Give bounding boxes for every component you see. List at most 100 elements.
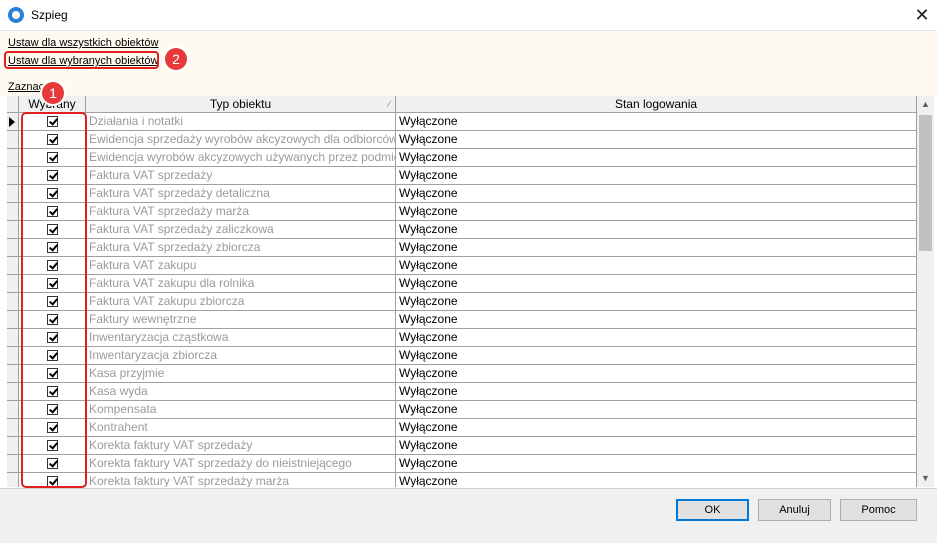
checkbox-checked-icon[interactable] (47, 404, 58, 415)
table-row[interactable]: Działania i notatki Wyłączone (7, 113, 917, 131)
selected-cell[interactable] (19, 167, 86, 185)
checkbox-checked-icon[interactable] (47, 476, 58, 487)
checkbox-checked-icon[interactable] (47, 242, 58, 253)
table-row[interactable]: Inwentaryzacja zbiorcza Wyłączone (7, 347, 917, 365)
row-header[interactable] (7, 455, 19, 473)
logging-status-cell[interactable]: Wyłączone (396, 383, 917, 401)
table-row[interactable]: Faktury wewnętrzne Wyłączone (7, 311, 917, 329)
logging-status-cell[interactable]: Wyłączone (396, 347, 917, 365)
ok-button[interactable]: OK (676, 499, 749, 521)
logging-status-cell[interactable]: Wyłączone (396, 239, 917, 257)
logging-status-cell[interactable]: Wyłączone (396, 437, 917, 455)
table-row[interactable]: Faktura VAT sprzedaży zaliczkowa Wyłączon… (7, 221, 917, 239)
selected-cell[interactable] (19, 347, 86, 365)
logging-status-cell[interactable]: Wyłączone (396, 203, 917, 221)
table-row[interactable]: Faktura VAT sprzedaży detaliczna Wyłączon… (7, 185, 917, 203)
table-row[interactable]: Korekta faktury VAT sprzedaży marża Wyłąc… (7, 473, 917, 487)
logging-status-cell[interactable]: Wyłączone (396, 401, 917, 419)
selected-cell[interactable] (19, 113, 86, 131)
table-row[interactable]: Korekta faktury VAT sprzedaży Wyłączone (7, 437, 917, 455)
checkbox-checked-icon[interactable] (47, 458, 58, 469)
selected-cell[interactable] (19, 131, 86, 149)
selected-cell[interactable] (19, 257, 86, 275)
row-header[interactable] (7, 419, 19, 437)
logging-status-cell[interactable]: Wyłączone (396, 167, 917, 185)
checkbox-checked-icon[interactable] (47, 422, 58, 433)
table-row[interactable]: Korekta faktury VAT sprzedaży do nieistn… (7, 455, 917, 473)
row-header[interactable] (7, 329, 19, 347)
set-all-objects-link[interactable]: Ustaw dla wszystkich obiektów (8, 37, 158, 49)
table-row[interactable]: Faktura VAT sprzedaży zbiorcza Wyłączone (7, 239, 917, 257)
scrollbar-thumb[interactable] (919, 115, 932, 251)
row-header[interactable] (7, 113, 19, 131)
checkbox-checked-icon[interactable] (47, 278, 58, 289)
table-row[interactable]: Kompensata Wyłączone (7, 401, 917, 419)
checkbox-checked-icon[interactable] (47, 386, 58, 397)
table-row[interactable]: Ewidencja sprzedaży wyrobów akcyzowych d… (7, 131, 917, 149)
logging-status-cell[interactable]: Wyłączone (396, 455, 917, 473)
row-header[interactable] (7, 131, 19, 149)
checkbox-checked-icon[interactable] (47, 314, 58, 325)
selected-cell[interactable] (19, 275, 86, 293)
table-row[interactable]: Faktura VAT zakupu zbiorcza Wyłączone (7, 293, 917, 311)
logging-status-cell[interactable]: Wyłączone (396, 473, 917, 487)
selected-cell[interactable] (19, 221, 86, 239)
logging-status-cell[interactable]: Wyłączone (396, 365, 917, 383)
logging-status-cell[interactable]: Wyłączone (396, 131, 917, 149)
chevron-down-icon[interactable]: ▼ (917, 470, 934, 487)
table-row[interactable]: Faktura VAT zakupu dla rolnika Wyłączone (7, 275, 917, 293)
row-header[interactable] (7, 437, 19, 455)
row-header[interactable] (7, 473, 19, 487)
checkbox-checked-icon[interactable] (47, 332, 58, 343)
checkbox-checked-icon[interactable] (47, 296, 58, 307)
selected-cell[interactable] (19, 293, 86, 311)
column-header-status[interactable]: Stan logowania (396, 96, 917, 113)
logging-status-cell[interactable]: Wyłączone (396, 113, 917, 131)
row-header[interactable] (7, 185, 19, 203)
close-icon[interactable]: ✕ (907, 0, 937, 30)
row-header[interactable] (7, 203, 19, 221)
logging-status-cell[interactable]: Wyłączone (396, 221, 917, 239)
table-row[interactable]: Kasa wyda Wyłączone (7, 383, 917, 401)
row-header[interactable] (7, 401, 19, 419)
row-header[interactable] (7, 365, 19, 383)
selected-cell[interactable] (19, 419, 86, 437)
selected-cell[interactable] (19, 455, 86, 473)
checkbox-checked-icon[interactable] (47, 206, 58, 217)
chevron-up-icon[interactable]: ▲ (917, 96, 934, 113)
logging-status-cell[interactable]: Wyłączone (396, 149, 917, 167)
table-row[interactable]: Inwentaryzacja cząstkowa Wyłączone (7, 329, 917, 347)
checkbox-checked-icon[interactable] (47, 260, 58, 271)
selected-cell[interactable] (19, 185, 86, 203)
selected-cell[interactable] (19, 203, 86, 221)
logging-status-cell[interactable]: Wyłączone (396, 185, 917, 203)
row-header[interactable] (7, 167, 19, 185)
row-header[interactable] (7, 257, 19, 275)
table-row[interactable]: Kontrahent Wyłączone (7, 419, 917, 437)
selected-cell[interactable] (19, 437, 86, 455)
row-header[interactable] (7, 311, 19, 329)
checkbox-checked-icon[interactable] (47, 170, 58, 181)
row-header[interactable] (7, 149, 19, 167)
checkbox-checked-icon[interactable] (47, 152, 58, 163)
selected-cell[interactable] (19, 329, 86, 347)
logging-status-cell[interactable]: Wyłączone (396, 293, 917, 311)
table-row[interactable]: Faktura VAT sprzedaży Wyłączone (7, 167, 917, 185)
row-header[interactable] (7, 239, 19, 257)
selected-cell[interactable] (19, 311, 86, 329)
row-header[interactable] (7, 221, 19, 239)
table-row[interactable]: Ewidencja wyrobów akcyzowych używanych p… (7, 149, 917, 167)
column-header-type[interactable]: Typ obiektu ∕ (86, 96, 396, 113)
checkbox-checked-icon[interactable] (47, 440, 58, 451)
row-header[interactable] (7, 293, 19, 311)
row-header[interactable] (7, 383, 19, 401)
table-row[interactable]: Faktura VAT sprzedaży marża Wyłączone (7, 203, 917, 221)
checkbox-checked-icon[interactable] (47, 134, 58, 145)
row-header[interactable] (7, 275, 19, 293)
checkbox-checked-icon[interactable] (47, 350, 58, 361)
selected-cell[interactable] (19, 239, 86, 257)
logging-status-cell[interactable]: Wyłączone (396, 311, 917, 329)
selected-cell[interactable] (19, 473, 86, 487)
cancel-button[interactable]: Anuluj (758, 499, 831, 521)
logging-status-cell[interactable]: Wyłączone (396, 329, 917, 347)
